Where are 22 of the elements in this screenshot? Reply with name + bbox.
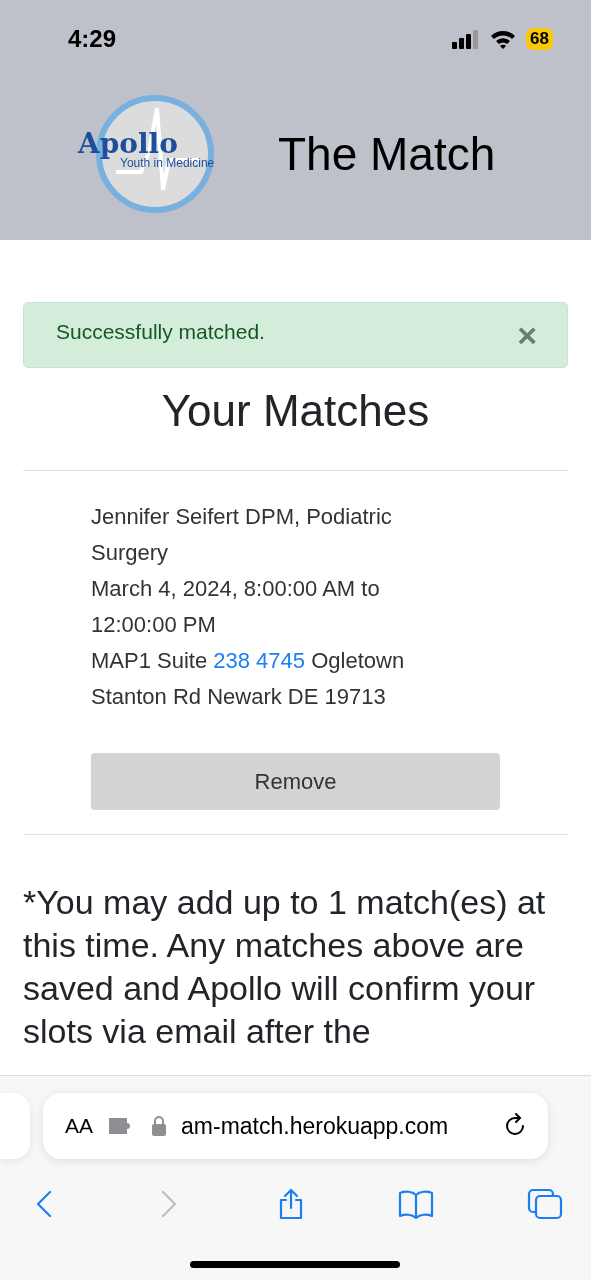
battery-indicator: 68	[526, 28, 553, 50]
note-text: *You may add up to 1 match(es) at this time. Any matches above are saved and Apollo will confirm your slots via email after the	[23, 882, 547, 1052]
address-bar[interactable]: AA am-match.herokuapp.com	[43, 1093, 548, 1159]
book-icon	[398, 1188, 435, 1220]
lock-icon	[151, 1115, 167, 1137]
section-heading: Your Matches	[160, 386, 431, 436]
appointment-time: March 4, 2024, 8:00:00 AM to 12:00:00 PM	[91, 575, 381, 639]
status-time: 4:29	[68, 25, 117, 53]
bookmarks-button[interactable]	[398, 1188, 435, 1220]
remove-button[interactable]: Remove	[91, 753, 500, 810]
page-title: The Match	[278, 127, 496, 181]
url-text[interactable]: am-match.herokuapp.com	[181, 1112, 488, 1140]
address-text: MAP1 Suite 238 4745 Ogletown Stanton Rd Newark DE 19713	[91, 647, 406, 711]
text-size-button[interactable]: AA	[65, 1114, 93, 1138]
signal-icon	[452, 29, 481, 49]
doctor-name: Jennifer Seifert DPM, Podiatric Surgery	[91, 503, 393, 567]
tabs-button[interactable]	[527, 1188, 563, 1220]
wifi-icon	[490, 29, 517, 49]
close-button[interactable]: ×	[517, 318, 537, 352]
phone-link[interactable]: 238 4745	[213, 648, 306, 673]
alert-message: Successfully matched.	[56, 320, 265, 344]
tabs-icon	[527, 1188, 563, 1220]
